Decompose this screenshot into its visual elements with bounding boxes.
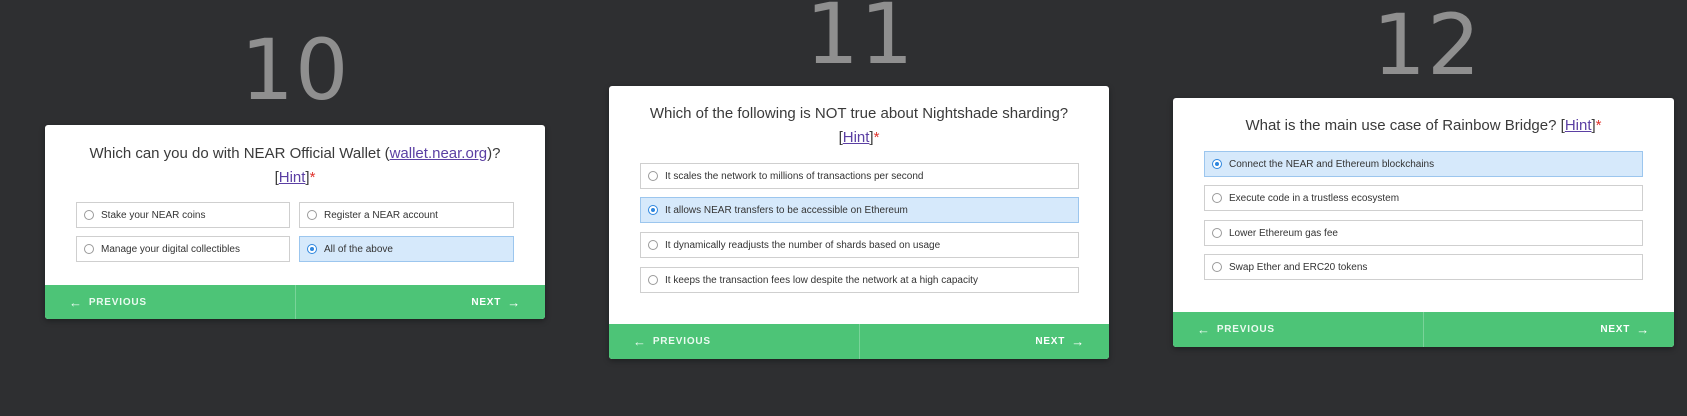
answer-option[interactable]: It dynamically readjusts the number of s…: [640, 232, 1079, 258]
option-label: Swap Ether and ERC20 tokens: [1229, 261, 1368, 273]
wallet-link[interactable]: wallet.near.org: [390, 145, 488, 162]
radio-selected-icon: [307, 244, 317, 254]
question-card: Which of the following is NOT true about…: [609, 86, 1109, 359]
question-body: Which of the following is NOT true about…: [649, 105, 1069, 122]
card-footer: ← PREVIOUS NEXT →: [45, 285, 545, 319]
answer-option[interactable]: Stake your NEAR coins: [76, 202, 290, 228]
answer-option[interactable]: Swap Ether and ERC20 tokens: [1204, 254, 1643, 280]
answer-option-selected[interactable]: It allows NEAR transfers to be accessibl…: [640, 197, 1079, 223]
radio-icon: [84, 210, 94, 220]
arrow-right-icon: →: [1636, 322, 1650, 337]
option-label: It keeps the transaction fees low despit…: [665, 274, 978, 286]
previous-label: PREVIOUS: [652, 336, 711, 347]
question-suffix: )?: [487, 145, 501, 162]
radio-selected-icon: [648, 205, 658, 215]
answer-option-selected[interactable]: Connect the NEAR and Ethereum blockchain…: [1204, 151, 1643, 177]
next-label: NEXT: [1600, 324, 1631, 335]
answer-option[interactable]: Register a NEAR account: [299, 202, 514, 228]
card-footer: ← PREVIOUS NEXT →: [1173, 312, 1674, 347]
previous-button[interactable]: ← PREVIOUS: [609, 324, 860, 359]
next-label: NEXT: [1035, 336, 1066, 347]
previous-label: PREVIOUS: [1216, 324, 1275, 335]
required-marker: *: [309, 169, 316, 186]
hint-link[interactable]: Hint: [843, 129, 870, 146]
next-button[interactable]: NEXT →: [1424, 312, 1674, 347]
radio-icon: [84, 244, 94, 254]
question-card: What is the main use case of Rainbow Bri…: [1173, 98, 1674, 347]
answer-option[interactable]: Manage your digital collectibles: [76, 236, 290, 262]
radio-selected-icon: [1212, 159, 1222, 169]
card-footer: ← PREVIOUS NEXT →: [609, 324, 1109, 359]
next-button[interactable]: NEXT →: [860, 324, 1110, 359]
next-button[interactable]: NEXT →: [296, 285, 546, 319]
option-label: Connect the NEAR and Ethereum blockchain…: [1229, 158, 1435, 170]
arrow-left-icon: ←: [1197, 322, 1211, 337]
answer-option[interactable]: It scales the network to millions of tra…: [640, 163, 1079, 189]
radio-icon: [648, 275, 658, 285]
hint-link[interactable]: Hint: [279, 169, 306, 186]
previous-button[interactable]: ← PREVIOUS: [45, 285, 296, 319]
option-label: Register a NEAR account: [324, 209, 438, 221]
question-number: 12: [1372, 0, 1482, 94]
option-label: It dynamically readjusts the number of s…: [665, 239, 941, 251]
option-label: Execute code in a trustless ecosystem: [1229, 192, 1400, 204]
required-marker: *: [873, 129, 880, 146]
question-body: What is the main use case of Rainbow Bri…: [1245, 117, 1557, 134]
answer-option[interactable]: Execute code in a trustless ecosystem: [1204, 185, 1643, 211]
radio-icon: [307, 210, 317, 220]
option-label: It scales the network to millions of tra…: [665, 170, 924, 182]
question-text: What is the main use case of Rainbow Bri…: [1173, 114, 1674, 138]
option-label: Manage your digital collectibles: [101, 243, 240, 255]
answer-option[interactable]: It keeps the transaction fees low despit…: [640, 267, 1079, 293]
option-label: It allows NEAR transfers to be accessibl…: [665, 204, 908, 216]
next-label: NEXT: [471, 296, 502, 308]
hint-link[interactable]: Hint: [1565, 117, 1592, 134]
arrow-left-icon: ←: [633, 334, 647, 349]
radio-icon: [1212, 262, 1222, 272]
previous-button[interactable]: ← PREVIOUS: [1173, 312, 1424, 347]
question-text: Which of the following is NOT true about…: [609, 102, 1109, 150]
option-label: Stake your NEAR coins: [101, 209, 206, 221]
arrow-right-icon: →: [507, 294, 521, 310]
radio-icon: [648, 171, 658, 181]
question-number: 10: [240, 21, 350, 119]
answer-option-selected[interactable]: All of the above: [299, 236, 514, 262]
answer-option[interactable]: Lower Ethereum gas fee: [1204, 220, 1643, 246]
radio-icon: [1212, 193, 1222, 203]
option-label: All of the above: [324, 243, 393, 255]
arrow-left-icon: ←: [69, 294, 83, 310]
question-number: 11: [805, 0, 915, 83]
question-card: Which can you do with NEAR Official Wall…: [45, 125, 545, 319]
radio-icon: [1212, 228, 1222, 238]
radio-icon: [648, 240, 658, 250]
option-label: Lower Ethereum gas fee: [1229, 227, 1338, 239]
question-prefix: Which can you do with NEAR Official Wall…: [89, 145, 390, 162]
required-marker: *: [1595, 117, 1602, 134]
question-text: Which can you do with NEAR Official Wall…: [45, 142, 545, 190]
arrow-right-icon: →: [1071, 334, 1085, 349]
previous-label: PREVIOUS: [88, 296, 147, 308]
